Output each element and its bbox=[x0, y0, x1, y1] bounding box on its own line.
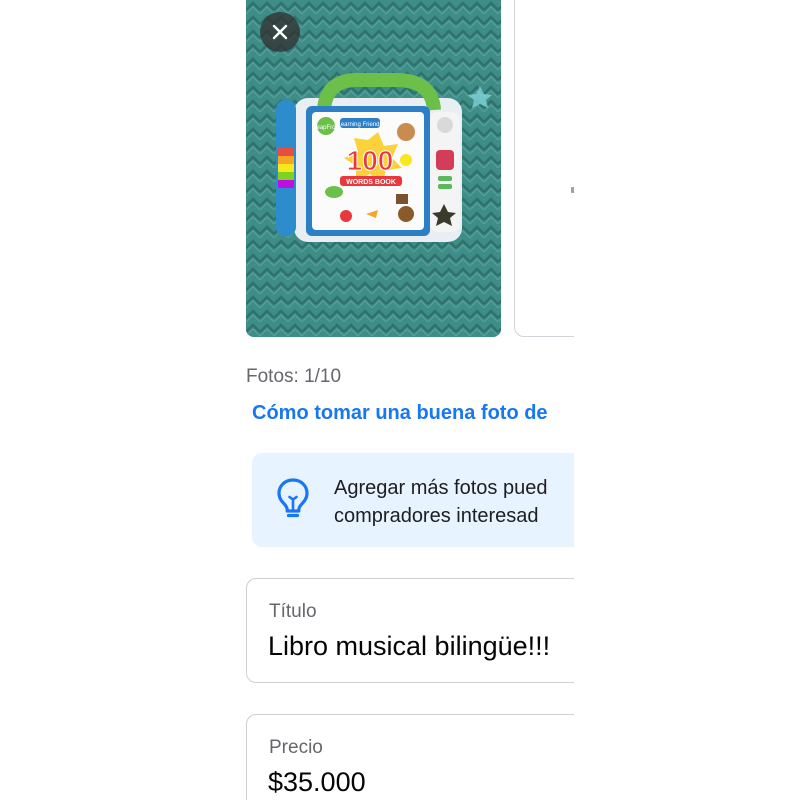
add-photo-card[interactable] bbox=[514, 0, 574, 337]
remove-photo-button[interactable] bbox=[260, 12, 300, 52]
tip-text: Agregar más fotos pued compradores inter… bbox=[334, 474, 574, 530]
photo-count: Fotos: 1/10 bbox=[246, 366, 342, 387]
brand-badge: LeapFrog bbox=[313, 125, 339, 131]
price-label: Precio bbox=[269, 737, 323, 758]
listing-form-viewport: LeapFrog Learning Friends 100 WORDS BOOK bbox=[0, 0, 574, 800]
tip-text-line-2: compradores interesad bbox=[334, 505, 539, 527]
close-icon bbox=[272, 24, 288, 40]
book-subtitle: WORDS BOOK bbox=[346, 179, 396, 186]
title-input[interactable]: Libro musical bilingüe!!! bbox=[268, 631, 550, 662]
lightbulb-icon bbox=[277, 478, 309, 518]
title-label: Título bbox=[269, 601, 317, 622]
photo-tips-link[interactable]: Cómo tomar una buena foto de bbox=[252, 402, 548, 425]
book-big-number: 100 bbox=[347, 145, 394, 176]
title-field[interactable]: Título Libro musical bilingüe!!! bbox=[246, 578, 574, 683]
price-input[interactable]: $35.000 bbox=[268, 767, 366, 798]
tip-text-line-1: Agregar más fotos pued bbox=[334, 477, 548, 499]
series-label: Learning Friends bbox=[337, 122, 382, 128]
add-photo-icon bbox=[571, 187, 574, 193]
price-field[interactable]: Precio $35.000 bbox=[246, 714, 574, 800]
